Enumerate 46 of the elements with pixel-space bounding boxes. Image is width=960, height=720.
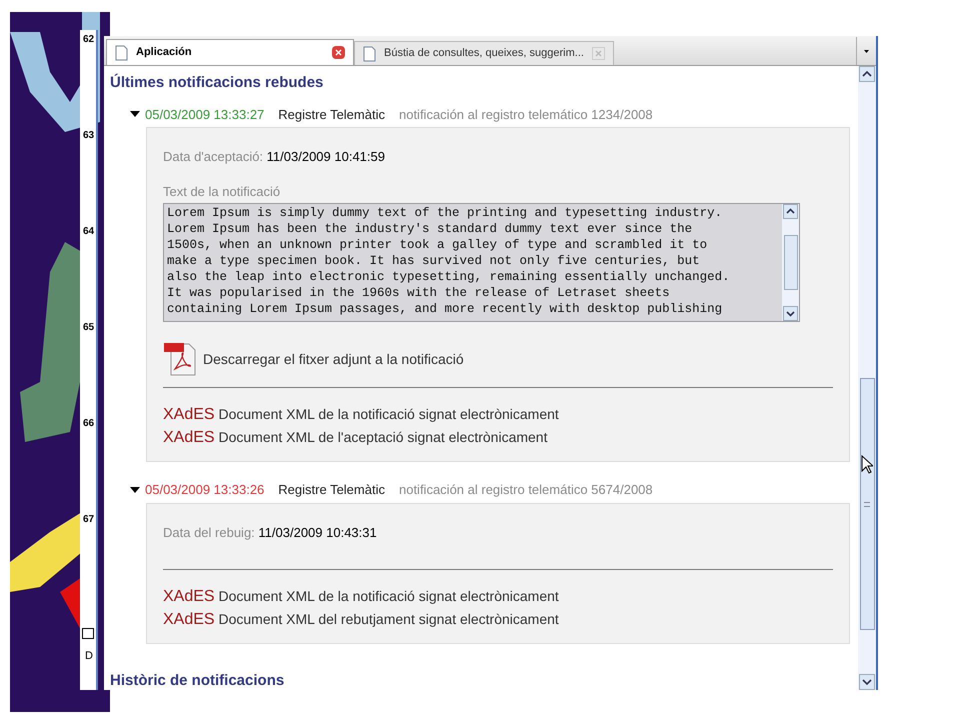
scrollbar[interactable] <box>858 66 876 690</box>
attachment-link[interactable]: Descarregar el fitxer adjunt a la notificació <box>203 348 464 370</box>
notification-toggle[interactable]: 05/03/2009 13:33:27 <box>130 104 264 124</box>
document-link[interactable]: XAdES Document XML de la notificació signat electrònicament <box>163 585 833 608</box>
mouse-pointer-icon <box>861 455 873 474</box>
document-icon <box>115 44 128 60</box>
section-heading: Últimes notificacions rebudes <box>110 72 324 93</box>
document-icon <box>363 46 376 62</box>
notification-subject: notificación al registro telemático 1234/2008 <box>398 106 653 124</box>
notification-timestamp: 05/03/2009 13:33:27 <box>145 106 264 124</box>
date-line: Data del rebuig: 11/03/2009 10:43:31 <box>163 524 378 542</box>
tab[interactable]: Aplicación <box>106 39 354 65</box>
notification-toggle[interactable]: 05/03/2009 13:33:26 <box>130 480 264 500</box>
close-icon[interactable] <box>332 46 345 59</box>
chevron-down-icon[interactable] <box>859 674 875 690</box>
caret-icon <box>130 486 140 493</box>
date-line: Data d'aceptació: 11/03/2009 10:41:59 <box>163 148 386 166</box>
document-link[interactable]: XAdES Document XML del rebutjament signat electrònicament <box>163 608 833 631</box>
document-link[interactable]: XAdES Document XML de la notificació signat electrònicament <box>163 403 833 426</box>
scrollbar-thumb[interactable] <box>784 235 798 290</box>
document-link[interactable]: XAdES Document XML de l'aceptació signat electrònicament <box>163 426 833 449</box>
notification-registry: Registre Telemàtic <box>278 106 385 124</box>
ruler-label: 66 <box>83 417 94 431</box>
chevron-down-icon[interactable] <box>783 306 798 321</box>
tab[interactable]: Bústia de consultes, queixes, suggerim... <box>354 41 614 65</box>
notification-timestamp: 05/03/2009 13:33:26 <box>145 481 264 499</box>
toolbar-label: D <box>85 650 93 662</box>
text-area[interactable]: Lorem Ipsum is simply dummy text of the printing and typesetting industry. Lorem Ipsum has been the industry's standard dummy text ever since the 1500s, when an unknown printer took a galley of type and scrambled it to make a type specimen book. It has survived not only five centuries, but also the leap into electronic typesetting, remaining essentially unchanged. It was popularised in the 1960s with the release of Letraset sheets containing Lorem Ipsum passages, and more recently with desktop publishing <box>163 203 800 322</box>
scrollbar-thumb[interactable] <box>860 378 874 630</box>
ruler-label: 64 <box>83 225 94 239</box>
field-label: Text de la notificació <box>163 182 282 200</box>
ruler-label: 63 <box>83 129 94 143</box>
panel-icon <box>82 628 94 639</box>
tab-label: Aplicación <box>136 45 193 60</box>
ruler-label: 62 <box>83 33 94 47</box>
ruler-label: 65 <box>83 321 94 335</box>
caret-icon <box>864 50 869 52</box>
notification-subject: notificación al registro telemático 5674/2008 <box>398 481 653 499</box>
caret-icon <box>130 111 140 118</box>
section-heading: Històric de notificacions <box>110 671 286 691</box>
ruler-label: 67 <box>83 513 94 527</box>
chevron-up-icon[interactable] <box>859 66 875 82</box>
tab-label: Bústia de consultes, queixes, suggerim... <box>384 46 584 62</box>
chevron-up-icon[interactable] <box>783 204 798 219</box>
scrollbar[interactable] <box>782 204 799 321</box>
notification-registry: Registre Telemàtic <box>278 481 385 499</box>
